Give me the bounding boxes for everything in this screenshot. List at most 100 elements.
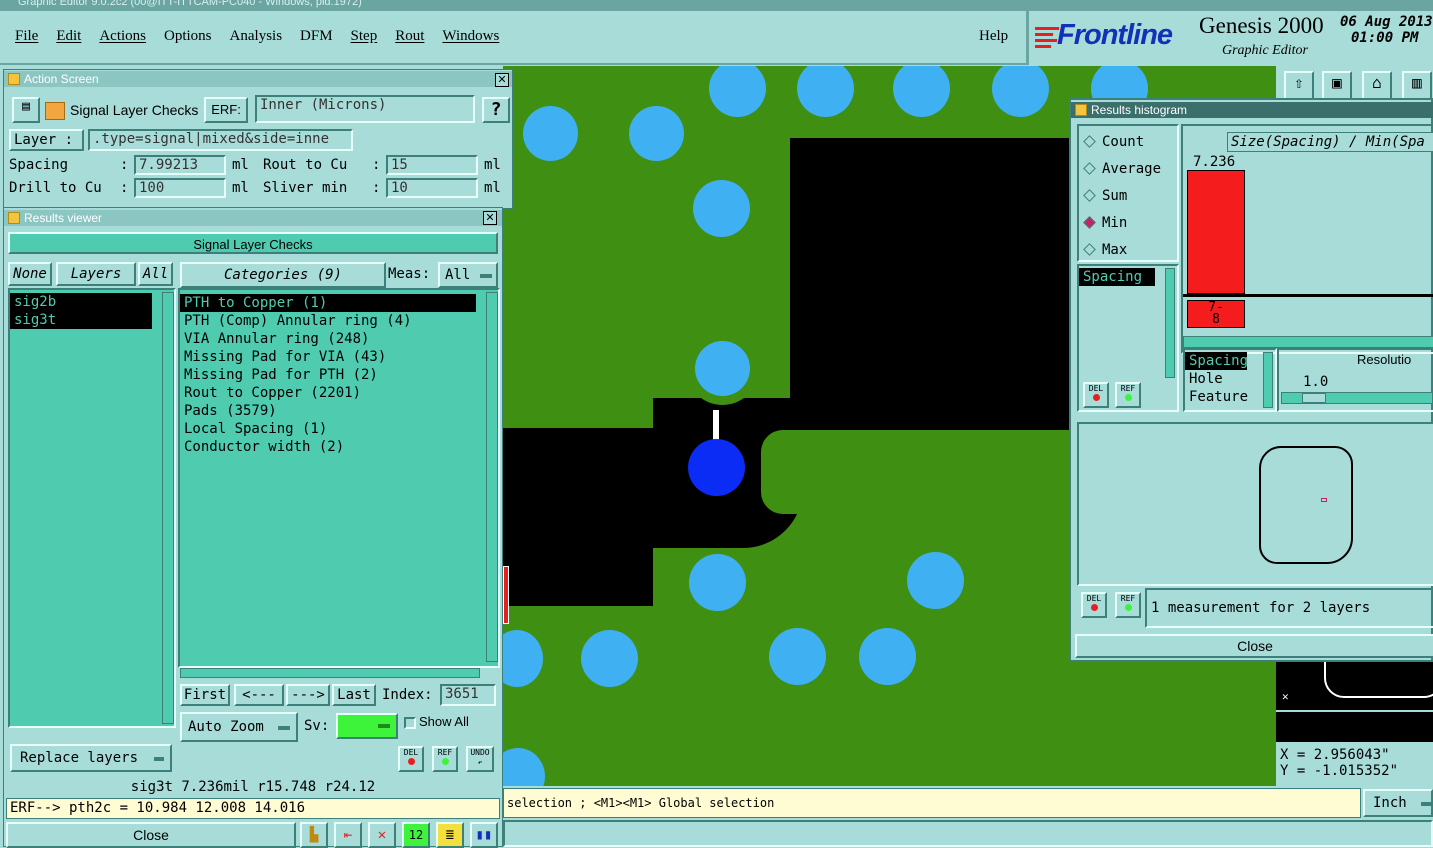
toolbar-delete-icon[interactable]: ✕ bbox=[368, 822, 396, 848]
category-item[interactable]: Missing Pad for PTH (2) bbox=[180, 366, 498, 384]
sv-color-dropdown[interactable] bbox=[336, 713, 398, 739]
categories-hscrollbar[interactable] bbox=[180, 668, 480, 678]
last-button[interactable]: Last bbox=[332, 684, 376, 706]
histogram-bar[interactable] bbox=[1187, 170, 1245, 294]
bottom-toolbar: ▙ ⇤ ✕ 12 ≣ ▮▮ bbox=[300, 820, 502, 848]
hist-del-button[interactable]: DEL bbox=[1083, 382, 1109, 408]
command-line[interactable] bbox=[503, 820, 1433, 847]
show-all-checkbox[interactable] bbox=[404, 717, 416, 729]
ref-label: REF bbox=[437, 748, 453, 757]
type-item-feature[interactable]: Feature bbox=[1185, 388, 1275, 406]
histogram-hscrollbar[interactable] bbox=[1183, 336, 1433, 348]
all-layers-button[interactable]: All bbox=[138, 262, 173, 286]
menu-actions[interactable]: Actions bbox=[99, 28, 146, 44]
action-screen-window: Action Screen ✕ ▤ Signal Layer Checks ER… bbox=[3, 69, 513, 209]
del-label: DEL bbox=[403, 748, 419, 757]
layer-field[interactable]: .type=signal|mixed&side=inne bbox=[88, 129, 353, 151]
prev-button[interactable]: <--- bbox=[234, 684, 284, 706]
menu-windows[interactable]: Windows bbox=[442, 28, 499, 44]
action-screen-close-icon[interactable]: ✕ bbox=[495, 73, 509, 87]
results-viewer-close-button[interactable]: Close bbox=[6, 822, 296, 848]
undo-button[interactable]: UNDO ↶ bbox=[466, 746, 494, 772]
help-button[interactable]: ? bbox=[482, 97, 510, 123]
frontline-logo: Frontline bbox=[1057, 19, 1173, 51]
toolbar-window-icon[interactable]: ▥ bbox=[1402, 71, 1432, 101]
next-button[interactable]: ---> bbox=[286, 684, 330, 706]
toolbar-monitor-icon[interactable]: ▣ bbox=[1322, 71, 1352, 101]
mode-max-radio[interactable]: Max bbox=[1083, 242, 1127, 258]
drill-field[interactable]: 100 bbox=[134, 178, 226, 198]
replace-layers-dropdown[interactable]: Replace layers bbox=[10, 744, 172, 772]
slider-thumb[interactable] bbox=[1302, 393, 1326, 403]
toolbar-measure-icon[interactable]: ▙ bbox=[300, 822, 328, 848]
mode-sum-radio[interactable]: Sum bbox=[1083, 188, 1127, 204]
measurement-item[interactable]: Spacing bbox=[1079, 268, 1155, 286]
mini-map[interactable]: ✕ bbox=[1276, 662, 1433, 742]
menu-rout[interactable]: Rout bbox=[395, 28, 424, 44]
spacing-field[interactable]: 7.99213 bbox=[134, 155, 226, 175]
toolbar-up-icon[interactable]: ⇧ bbox=[1284, 71, 1314, 101]
summary-text: 1 measurement for 2 layers bbox=[1151, 600, 1371, 616]
erf-button[interactable]: ERF: bbox=[204, 97, 248, 123]
histogram-close-button[interactable]: Close bbox=[1075, 634, 1433, 658]
menu-analysis[interactable]: Analysis bbox=[230, 28, 283, 44]
menu-edit[interactable]: Edit bbox=[56, 28, 81, 44]
type-item-spacing[interactable]: Spacing bbox=[1185, 352, 1248, 370]
menu-file[interactable]: File bbox=[15, 28, 38, 44]
categories-scrollbar[interactable] bbox=[486, 292, 498, 662]
toolbar-chart-icon[interactable]: ▮▮ bbox=[470, 822, 498, 848]
histogram-bin[interactable]: 7-8 bbox=[1187, 300, 1245, 328]
units-dropdown[interactable]: Inch bbox=[1363, 789, 1433, 817]
categories-button[interactable]: Categories (9) bbox=[180, 262, 386, 288]
ref-button[interactable]: REF bbox=[432, 746, 458, 772]
layers-scrollbar[interactable] bbox=[162, 292, 174, 724]
category-item[interactable]: Local Spacing (1) bbox=[180, 420, 498, 438]
meas-dropdown[interactable]: All bbox=[438, 262, 498, 288]
category-item[interactable]: Missing Pad for VIA (43) bbox=[180, 348, 498, 366]
category-item[interactable]: Conductor width (2) bbox=[180, 438, 498, 456]
del-button[interactable]: DEL bbox=[398, 746, 424, 772]
erf-field[interactable]: Inner (Microns) bbox=[255, 95, 475, 123]
category-item[interactable]: PTH to Copper (1) bbox=[180, 294, 476, 312]
category-item[interactable]: PTH (Comp) Annular ring (4) bbox=[180, 312, 498, 330]
menu-dfm[interactable]: DFM bbox=[300, 28, 333, 44]
toolbar-report-icon[interactable]: ≣ bbox=[436, 822, 464, 848]
measurement-list-scrollbar[interactable] bbox=[1165, 268, 1175, 378]
category-item[interactable]: VIA Annular ring (248) bbox=[180, 330, 498, 348]
selected-pad[interactable] bbox=[688, 439, 745, 496]
resolution-slider[interactable] bbox=[1281, 392, 1433, 404]
first-button[interactable]: First bbox=[180, 684, 230, 706]
layers-button[interactable]: Layers bbox=[56, 262, 136, 286]
menu-options[interactable]: Options bbox=[164, 28, 212, 44]
index-field[interactable]: 3651 bbox=[440, 684, 496, 706]
toolbar-home-icon[interactable]: ⌂ bbox=[1362, 71, 1392, 101]
mode-count-radio[interactable]: Count bbox=[1083, 134, 1144, 150]
drill-label: Drill to Cu bbox=[9, 180, 102, 196]
toolbar-exit-icon[interactable]: ⇤ bbox=[334, 822, 362, 848]
menu-help[interactable]: Help bbox=[979, 28, 1008, 45]
histogram-summary: 1 measurement for 2 layers bbox=[1145, 588, 1433, 628]
preview-ref-button[interactable]: REF bbox=[1115, 592, 1141, 618]
mode-min-radio[interactable]: Min bbox=[1083, 215, 1127, 231]
type-list-scrollbar[interactable] bbox=[1263, 352, 1273, 408]
layer-button[interactable]: Layer : bbox=[9, 129, 84, 151]
sliver-field[interactable]: 10 bbox=[386, 178, 478, 198]
type-item-hole[interactable]: Hole bbox=[1185, 370, 1275, 388]
results-viewer-close-icon[interactable]: ✕ bbox=[483, 211, 497, 225]
rout-field[interactable]: 15 bbox=[386, 155, 478, 175]
toolbar-number-icon[interactable]: 12 bbox=[402, 822, 430, 848]
category-item[interactable]: Rout to Copper (2201) bbox=[180, 384, 498, 402]
hist-ref-button[interactable]: REF bbox=[1115, 382, 1141, 408]
preview-del-button[interactable]: DEL bbox=[1081, 592, 1107, 618]
menu-step[interactable]: Step bbox=[351, 28, 378, 44]
app-icon bbox=[8, 73, 20, 85]
board-preview[interactable] bbox=[1077, 422, 1433, 586]
layer-item-sig2b[interactable]: sig2b bbox=[10, 293, 152, 311]
action-icon bbox=[45, 102, 65, 120]
none-button[interactable]: None bbox=[8, 262, 52, 286]
category-item[interactable]: Pads (3579) bbox=[180, 402, 498, 420]
action-list-icon[interactable]: ▤ bbox=[12, 97, 40, 123]
auto-zoom-dropdown[interactable]: Auto Zoom bbox=[180, 712, 298, 742]
mode-average-radio[interactable]: Average bbox=[1083, 161, 1161, 177]
layer-item-sig3t[interactable]: sig3t bbox=[10, 311, 152, 329]
